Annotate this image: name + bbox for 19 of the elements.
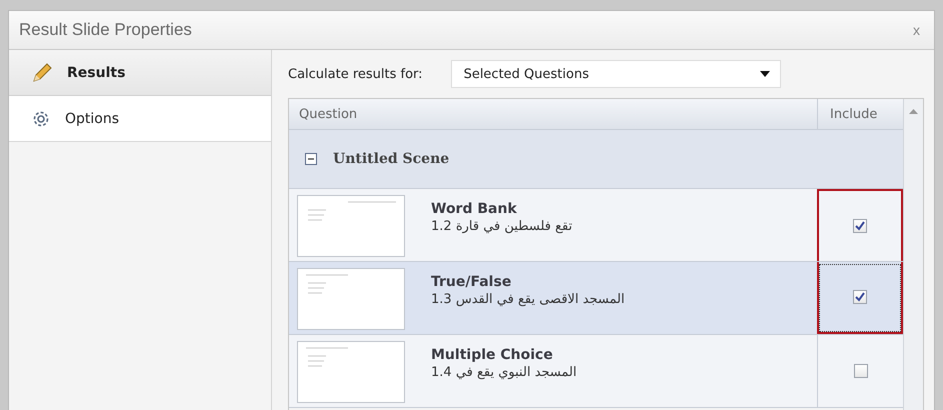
gear-icon [31,108,51,128]
window-title: Result Slide Properties [19,20,192,40]
calculate-label: Calculate results for: [288,66,423,82]
group-label: Untitled Scene [333,151,450,167]
results-dropdown[interactable]: Selected Questions [450,60,781,88]
question-text: تقع فلسطين في قارة 1.2 [431,219,572,234]
question-title: Word Bank [431,201,518,217]
include-checkbox[interactable] [853,219,867,233]
sidebar-item[interactable]: Options [9,96,271,142]
question-text: المسجد الاقصى يقع في القدس 1.3 [431,292,625,307]
column-header[interactable]: Question [289,99,817,129]
include-checkbox[interactable] [853,290,867,304]
pencil-icon [31,62,53,84]
question-title: True/False [431,274,512,290]
question-title: Multiple Choice [431,347,554,363]
collapse-toggle[interactable] [305,153,317,165]
caret-icon [760,71,770,77]
question-text: المسجد النبوي يقع في 1.4 [431,365,577,380]
include-checkbox[interactable] [854,364,868,378]
